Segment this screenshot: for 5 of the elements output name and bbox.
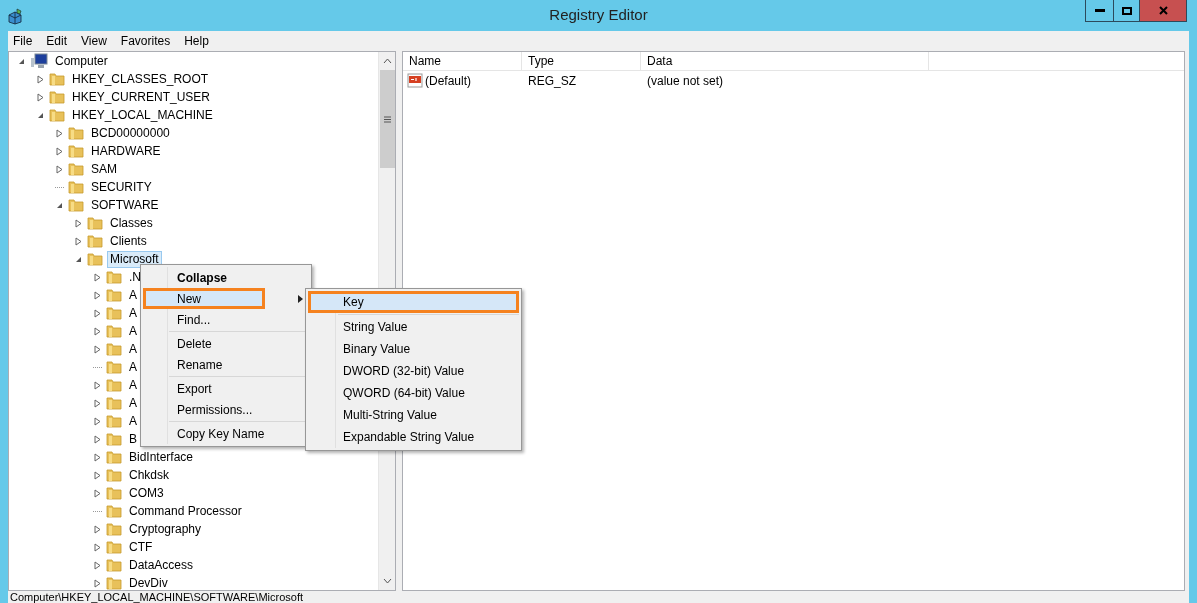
table-cell-text: (Default): [425, 72, 471, 90]
table-cell-text: REG_SZ: [527, 72, 577, 90]
status-bar-path: Computer\HKEY_LOCAL_MACHINE\SOFTWARE\Microsoft: [10, 591, 303, 603]
table-cell-text: (value not set): [646, 72, 724, 90]
window-title: Registry Editor: [549, 5, 648, 26]
